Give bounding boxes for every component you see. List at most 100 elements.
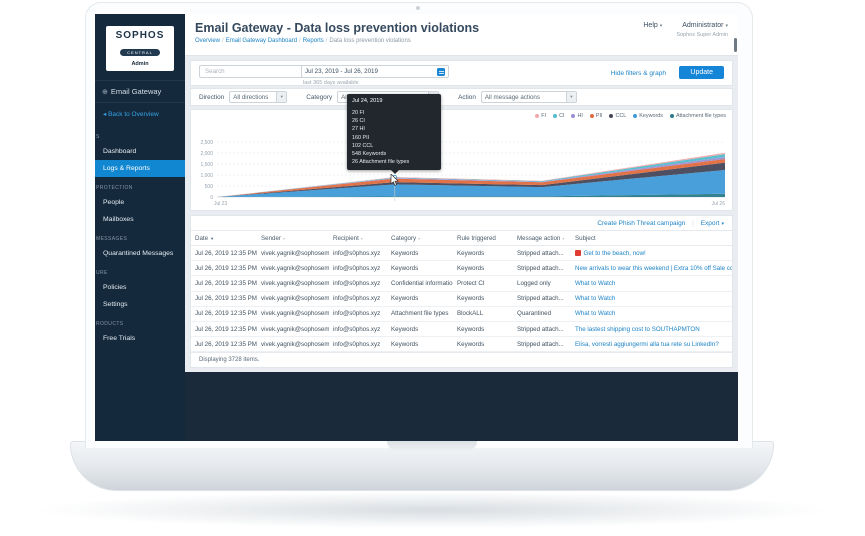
- breadcrumb-reports[interactable]: Reports: [303, 38, 324, 44]
- sidebar-item-settings[interactable]: Settings: [95, 296, 185, 313]
- legend-item-fi[interactable]: FI: [535, 113, 546, 119]
- rule-cell: Protect CI: [453, 276, 513, 291]
- column-header-category[interactable]: Category▾: [387, 231, 453, 246]
- sender-cell: vivek.yagnik@sophosem...: [257, 261, 329, 276]
- sidebar-item-mailboxes[interactable]: Mailboxes: [95, 211, 185, 228]
- red-flag-icon: [575, 250, 581, 256]
- rule-cell: Keywords: [453, 291, 513, 306]
- subject-cell: New arrivals to wear this weekend | Extr…: [571, 261, 732, 276]
- recipient-cell: info@s0phos.xyz: [329, 291, 387, 306]
- table-row[interactable]: Jul 26, 2019 12:35 PMvivek.yagnik@sophos…: [191, 261, 732, 276]
- rule-cell: Keywords: [453, 337, 513, 352]
- legend-dot-icon: [633, 114, 637, 118]
- date-range-group: Jul 23, 2019 - Jul 26, 2019 last 365 day…: [301, 65, 449, 86]
- sidebar-item-free-trials[interactable]: Free Trials: [95, 330, 185, 347]
- rule-cell: Keywords: [453, 321, 513, 336]
- legend-dot-icon: [553, 114, 557, 118]
- legend-item-hi[interactable]: HI: [571, 113, 582, 119]
- column-header-date[interactable]: Date▼: [191, 231, 257, 246]
- table-header-row: Date▼Sender▾Recipient▾Category▾Rule trig…: [191, 231, 732, 246]
- table-row[interactable]: Jul 26, 2019 12:35 PMvivek.yagnik@sophos…: [191, 337, 732, 352]
- area-chart: 05001,0001,5002,0002,500Jul 23Jul 26: [195, 122, 730, 208]
- laptop-shadow: [20, 491, 845, 529]
- table-row[interactable]: Jul 26, 2019 12:35 PMvivek.yagnik@sophos…: [191, 291, 732, 306]
- hide-filters-link[interactable]: Hide filters & graph: [611, 70, 666, 77]
- date-cell: Jul 26, 2019 12:35 PM: [191, 337, 257, 352]
- sidebar-item-dashboard[interactable]: Dashboard: [95, 143, 185, 160]
- subject-cell: What to Watch: [571, 306, 732, 321]
- subject-cell: What to Watch: [571, 276, 732, 291]
- filter-row: Direction All directions▾ Category All c…: [190, 88, 733, 106]
- legend-item-keywords[interactable]: Keywords: [633, 113, 663, 119]
- calendar-icon[interactable]: [437, 68, 445, 76]
- sender-cell: vivek.yagnik@sophosem...: [257, 276, 329, 291]
- date-cell: Jul 26, 2019 12:35 PM: [191, 246, 257, 261]
- subject-link[interactable]: What to Watch: [575, 280, 615, 287]
- header-right: Help▾ Administrator▾ Sophos Super Admin: [625, 22, 728, 38]
- sidebar-section-label: S: [95, 126, 185, 143]
- breadcrumb-dashboard[interactable]: Email Gateway Dashboard: [226, 38, 297, 44]
- table-row[interactable]: Jul 26, 2019 12:35 PMvivek.yagnik@sophos…: [191, 246, 732, 261]
- tooltip-line: 26 Attachment file types: [352, 158, 436, 166]
- sidebar-item-policies[interactable]: Policies: [95, 279, 185, 296]
- breadcrumb-overview[interactable]: Overview: [195, 38, 220, 44]
- legend-item-attachment-file-types[interactable]: Attachment file types: [670, 113, 726, 119]
- column-header-sender[interactable]: Sender▾: [257, 231, 329, 246]
- action-cell: Stripped attach...: [513, 261, 571, 276]
- subject-link[interactable]: New arrivals to wear this weekend | Extr…: [575, 265, 732, 272]
- subject-cell: The lastest shipping cost to SOUTHAPMTON: [571, 321, 732, 336]
- legend-item-ci[interactable]: CI: [553, 113, 564, 119]
- sender-cell: vivek.yagnik@sophosem...: [257, 246, 329, 261]
- main-content: Email Gateway - Data loss prevention vio…: [185, 14, 738, 441]
- sidebar-item-people[interactable]: People: [95, 194, 185, 211]
- column-header-recipient[interactable]: Recipient▾: [329, 231, 387, 246]
- table-row[interactable]: Jul 26, 2019 12:35 PMvivek.yagnik@sophos…: [191, 306, 732, 321]
- sidebar-item-logs-reports[interactable]: Logs & Reports: [95, 160, 185, 177]
- vertical-scrollbar[interactable]: [734, 38, 737, 52]
- date-cell: Jul 26, 2019 12:35 PM: [191, 306, 257, 321]
- legend-item-pii[interactable]: PII: [590, 113, 603, 119]
- chart-legend: FI CI HI PII CCL Keywords Attachment file type…: [535, 113, 726, 119]
- logo-text: SOPHOS: [108, 31, 172, 41]
- sender-cell: vivek.yagnik@sophosem...: [257, 321, 329, 336]
- svg-text:0: 0: [210, 195, 213, 201]
- recipient-cell: info@s0phos.xyz: [329, 321, 387, 336]
- column-header-message-action[interactable]: Message action▾: [513, 231, 571, 246]
- sidebar-product[interactable]: ⊕Email Gateway: [95, 80, 185, 103]
- help-menu[interactable]: Help▾: [643, 22, 662, 29]
- laptop-screen: SOPHOS CENTRAL Admin ⊕Email Gateway ◂ Ba…: [95, 14, 738, 441]
- account-menu[interactable]: Administrator▾: [682, 22, 728, 29]
- create-phish-campaign-link[interactable]: Create Phish Threat campaign: [597, 220, 685, 227]
- date-cell: Jul 26, 2019 12:35 PM: [191, 276, 257, 291]
- sidebar-item-quarantined-messages[interactable]: Quarantined Messages: [95, 245, 185, 262]
- direction-select[interactable]: All directions▾: [229, 91, 287, 103]
- date-range-input[interactable]: Jul 23, 2019 - Jul 26, 2019: [301, 65, 449, 78]
- column-header-subject[interactable]: Subject: [571, 231, 732, 246]
- table-row[interactable]: Jul 26, 2019 12:35 PMvivek.yagnik@sophos…: [191, 321, 732, 336]
- back-to-overview-link[interactable]: ◂ Back to Overview: [95, 103, 185, 126]
- back-label: Back to Overview: [108, 111, 159, 118]
- violations-table: Date▼Sender▾Recipient▾Category▾Rule trig…: [191, 230, 732, 352]
- subject-cell: What to Watch: [571, 291, 732, 306]
- subject-link[interactable]: Elisa, vorresti aggiungermi alla tua ret…: [575, 341, 719, 348]
- action-select[interactable]: All message actions▾: [481, 91, 577, 103]
- chevron-down-icon: ▾: [721, 221, 724, 227]
- subject-link[interactable]: What to Watch: [575, 310, 615, 317]
- svg-text:1,000: 1,000: [200, 173, 213, 179]
- date-cell: Jul 26, 2019 12:35 PM: [191, 321, 257, 336]
- sort-caret-icon: ▾: [361, 236, 363, 241]
- subject-link[interactable]: The lastest shipping cost to SOUTHAPMTON: [575, 326, 700, 333]
- table-row[interactable]: Jul 26, 2019 12:35 PMvivek.yagnik@sophos…: [191, 276, 732, 291]
- legend-item-ccl[interactable]: CCL: [609, 113, 626, 119]
- recipient-cell: info@s0phos.xyz: [329, 246, 387, 261]
- subject-link[interactable]: What to Watch: [575, 295, 615, 302]
- action-cell: Stripped attach...: [513, 246, 571, 261]
- column-header-rule-triggered[interactable]: Rule triggered: [453, 231, 513, 246]
- update-button[interactable]: Update: [679, 66, 724, 79]
- breadcrumb-separator: /: [326, 38, 328, 44]
- subject-link[interactable]: Get to the beach, now!: [584, 250, 646, 257]
- category-cell: Confidential information: [387, 276, 453, 291]
- svg-text:2,000: 2,000: [200, 151, 213, 157]
- export-button[interactable]: Export▾: [701, 220, 724, 227]
- breadcrumb-separator: /: [222, 38, 224, 44]
